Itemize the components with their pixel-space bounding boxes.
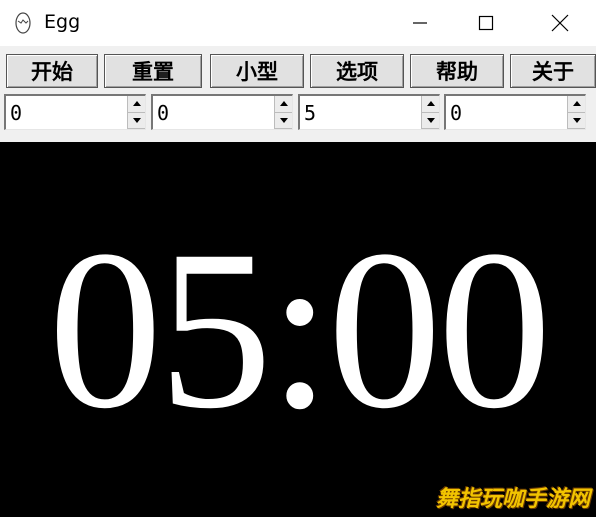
up-arrow-icon <box>279 101 288 107</box>
minutes-spinner[interactable]: 0 <box>151 94 293 130</box>
down-arrow-icon <box>572 117 581 123</box>
maximize-button[interactable] <box>456 0 516 46</box>
maximize-icon <box>478 15 494 31</box>
down-arrow-icon <box>426 117 435 123</box>
spinner-arrows <box>567 96 585 129</box>
down-arrow-icon <box>279 117 288 123</box>
window-title: Egg <box>44 11 81 33</box>
seconds-spinner[interactable]: 5 <box>298 94 440 130</box>
up-arrow-icon <box>572 101 581 107</box>
down-arrow-icon <box>132 117 141 123</box>
spinner-arrows <box>274 96 292 129</box>
minimize-icon <box>413 22 427 24</box>
countdown-time: 05:00 <box>48 204 551 456</box>
close-button[interactable] <box>530 0 590 46</box>
hours-spinner[interactable]: 0 <box>4 94 146 130</box>
help-button[interactable]: 帮助 <box>410 54 504 88</box>
options-button[interactable]: 选项 <box>310 54 404 88</box>
spin-up-button[interactable] <box>421 96 439 113</box>
watermark: 舞指玩咖手游网 <box>435 487 590 512</box>
minimize-button[interactable] <box>390 0 450 46</box>
start-button[interactable]: 开始 <box>6 54 98 88</box>
spin-down-button[interactable] <box>274 112 292 129</box>
title-bar: Egg <box>0 0 596 46</box>
close-icon <box>551 14 569 32</box>
up-arrow-icon <box>426 101 435 107</box>
seconds-value[interactable]: 5 <box>304 99 316 127</box>
egg-icon <box>14 10 32 34</box>
hours-value[interactable]: 0 <box>10 99 22 127</box>
timer-display: 05:00 <box>0 142 596 517</box>
reset-button[interactable]: 重置 <box>104 54 202 88</box>
extra-value[interactable]: 0 <box>450 99 462 127</box>
spin-down-button[interactable] <box>567 112 585 129</box>
toolbar: 开始 重置 小型 选项 帮助 关于 0 0 5 0 <box>0 46 596 142</box>
about-button[interactable]: 关于 <box>510 54 596 88</box>
spin-down-button[interactable] <box>127 112 145 129</box>
spin-up-button[interactable] <box>274 96 292 113</box>
extra-spinner[interactable]: 0 <box>444 94 586 130</box>
up-arrow-icon <box>132 101 141 107</box>
spinner-arrows <box>421 96 439 129</box>
minutes-value[interactable]: 0 <box>157 99 169 127</box>
spinner-arrows <box>127 96 145 129</box>
spin-up-button[interactable] <box>567 96 585 113</box>
compact-button[interactable]: 小型 <box>210 54 304 88</box>
spin-up-button[interactable] <box>127 96 145 113</box>
spin-down-button[interactable] <box>421 112 439 129</box>
